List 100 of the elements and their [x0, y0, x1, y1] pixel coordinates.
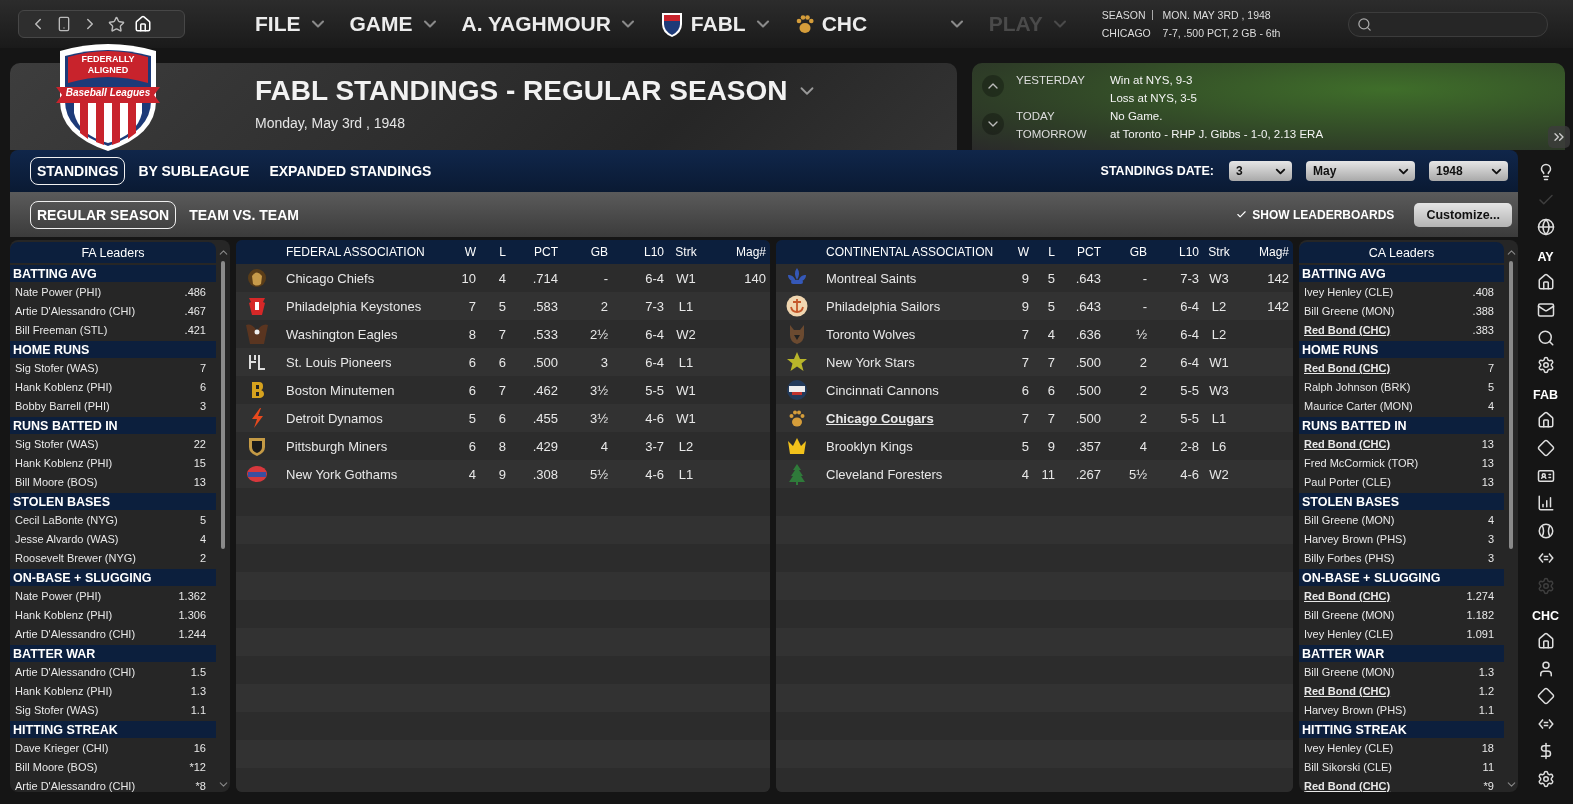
player-name: Ivey Henley (CLE): [1304, 742, 1394, 754]
table-cell-text: 5: [497, 298, 506, 314]
table-cell-text: .500: [1074, 354, 1101, 370]
table-cell-text: 7-3: [1179, 270, 1199, 286]
column-header[interactable]: L10: [1147, 245, 1199, 259]
globe-icon[interactable]: [1536, 218, 1555, 237]
tab[interactable]: REGULAR SEASON: [30, 200, 177, 229]
settings-icon[interactable]: [1536, 356, 1555, 375]
bar-chart-icon[interactable]: [1536, 494, 1555, 513]
column-header[interactable]: Mag#: [708, 245, 766, 259]
column-header[interactable]: Mag#: [1239, 245, 1289, 259]
table-cell-text: .636: [1074, 326, 1101, 342]
scrollbar-thumb[interactable]: [221, 261, 225, 550]
column-header[interactable]: Strk: [1199, 245, 1239, 259]
table-cell-text: 3: [599, 354, 608, 370]
table-cell-text: L2: [1210, 326, 1228, 342]
table-cell-text: W3: [1208, 270, 1230, 286]
table-cell-text: 9: [497, 466, 506, 482]
star-icon[interactable]: [108, 15, 125, 33]
table-cell-text: 8: [497, 438, 506, 454]
year-select[interactable]: 1948: [1429, 161, 1508, 181]
checkbox-label: SHOW LEADERBOARDS: [1252, 207, 1395, 222]
table-cell-text: 2: [1138, 354, 1147, 370]
mail-icon[interactable]: [1536, 300, 1555, 319]
home-icon[interactable]: [1536, 411, 1555, 430]
day-select[interactable]: 3: [1229, 161, 1292, 181]
column-header: FEDERAL ASSOCIATION: [286, 245, 426, 259]
player-link[interactable]: Red Bond (CHC): [1304, 324, 1391, 336]
column-header[interactable]: L: [476, 245, 506, 259]
table-cell-text: 142: [1266, 298, 1289, 314]
menu-button[interactable]: A. YAGHMOUR: [461, 12, 638, 36]
logo-text: ALIGNED: [86, 65, 130, 75]
month-select[interactable]: May: [1306, 161, 1415, 181]
column-header[interactable]: W: [442, 245, 476, 259]
team-record: 7-7, .500 PCT, 2 GB - 6th: [1162, 27, 1281, 39]
baseball-icon[interactable]: [1536, 521, 1555, 540]
table-cell-text: 3½: [588, 410, 608, 426]
column-header[interactable]: PCT: [506, 245, 558, 259]
table-cell-text: 4: [467, 466, 476, 482]
table-cell-text: .500: [1074, 382, 1101, 398]
player-name: Bill Greene (MON): [1304, 609, 1395, 621]
column-header[interactable]: PCT: [1055, 245, 1101, 259]
player-link[interactable]: Red Bond (CHC): [1304, 590, 1391, 602]
table-cell-text: .267: [1074, 466, 1101, 482]
team-link[interactable]: Chicago Cougars: [826, 410, 1001, 426]
menu-button[interactable]: FILE: [255, 12, 328, 36]
stat-value: 1.3: [1478, 666, 1494, 678]
scrollbar-thumb[interactable]: [1509, 261, 1513, 550]
tab[interactable]: STANDINGS: [30, 157, 126, 185]
section-header: BATTER WAR: [1299, 645, 1504, 662]
search-icon[interactable]: [1536, 328, 1555, 347]
menu-button[interactable]: GAME: [349, 12, 440, 36]
table-cell-text: 2: [599, 298, 608, 314]
tab[interactable]: EXPANDED STANDINGS: [262, 157, 439, 185]
stat-value: 1.244: [178, 628, 206, 640]
column-header[interactable]: W: [1001, 245, 1029, 259]
player-name: Bill Freeman (STL): [15, 324, 108, 336]
section-header: HOME RUNS: [1299, 341, 1504, 358]
home-icon[interactable]: [134, 15, 152, 33]
star-icon: [786, 351, 808, 373]
player-link[interactable]: Red Bond (CHC): [1304, 438, 1391, 450]
stat-value: 11: [1482, 761, 1494, 773]
head-emblem-icon: [246, 267, 268, 289]
settings-icon[interactable]: [1536, 770, 1555, 789]
diamond-icon[interactable]: [1536, 687, 1555, 706]
column-header[interactable]: L: [1029, 245, 1055, 259]
home-icon[interactable]: [1536, 632, 1555, 651]
menu-button[interactable]: CHC: [794, 12, 967, 36]
diamond-icon[interactable]: [1536, 438, 1555, 457]
tree-icon: [786, 463, 808, 485]
customize-button[interactable]: Customize...: [1414, 202, 1512, 227]
player-link[interactable]: Red Bond (CHC): [1304, 362, 1391, 374]
team-name: Pittsburgh Miners: [286, 438, 389, 454]
tab[interactable]: TEAM VS. TEAM: [182, 200, 306, 229]
stat-value: 1.182: [1466, 609, 1494, 621]
tab[interactable]: BY SUBLEAGUE: [131, 157, 257, 185]
column-header[interactable]: L10: [608, 245, 664, 259]
player-link[interactable]: Red Bond (CHC): [1304, 780, 1391, 792]
table-cell-text: L1: [677, 354, 695, 370]
column-header[interactable]: Strk: [664, 245, 708, 259]
shield-icon: [659, 10, 684, 38]
table-cell-text: L6: [1210, 438, 1228, 454]
team-name: Philadelphia Keystones: [286, 298, 423, 314]
schedule-label: TOMORROW: [1016, 128, 1088, 140]
menu-button[interactable]: FABL: [659, 10, 773, 38]
stat-value: 3: [1487, 533, 1494, 545]
player-name: Artie D'Alessandro (CHI): [15, 305, 136, 317]
stat-value: 7: [1487, 362, 1494, 374]
player-name: Bill Greene (MON): [1304, 666, 1395, 678]
search-field[interactable]: [1348, 11, 1548, 37]
player-link[interactable]: Red Bond (CHC): [1304, 685, 1391, 697]
player-name: Ivey Henley (CLE): [1304, 286, 1394, 298]
phone-icon[interactable]: [56, 16, 72, 32]
column-header[interactable]: GB: [558, 245, 608, 259]
team-name: New York Gothams: [286, 466, 399, 482]
schedule-value: Win at NYS, 9-3: [1110, 74, 1194, 86]
home-icon[interactable]: [1536, 273, 1555, 292]
table-cell-text: 4: [1046, 326, 1055, 342]
player-name: Bill Moore (BOS): [15, 761, 98, 773]
column-header[interactable]: GB: [1101, 245, 1147, 259]
